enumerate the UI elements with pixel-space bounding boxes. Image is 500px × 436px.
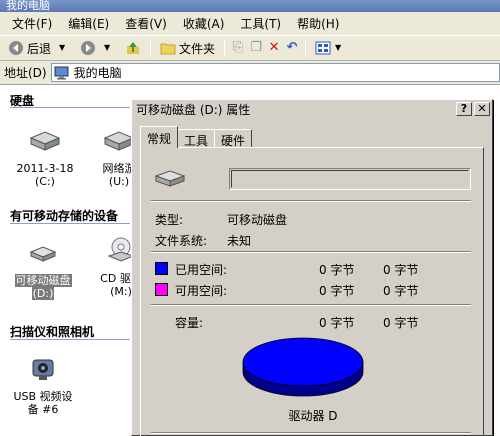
dialog-title: 可移动磁盘 (D:) 属性 [136, 102, 251, 117]
menu-file[interactable]: 文件(F) [4, 15, 60, 32]
address-bar: 地址(D) 我的电脑 [0, 61, 500, 85]
type-label: 类型: [155, 213, 184, 227]
menu-help[interactable]: 帮助(H) [289, 15, 347, 32]
chevron-down-icon[interactable]: ▼ [99, 40, 115, 56]
divider [151, 251, 471, 253]
tab-strip: 常规 工具 硬件 [140, 126, 253, 148]
tab-tools[interactable]: 工具 [177, 129, 216, 148]
usb-video-number: 备 #6 [27, 403, 59, 416]
drive-c-letter: (C:) [35, 175, 55, 188]
general-panel: 类型: 可移动磁盘 文件系统: 未知 已用空间: 0 字节 0 字节 可用空间:… [140, 147, 484, 436]
usb-video-device[interactable]: USB 视频设 备 #6 [4, 354, 82, 416]
divider [151, 432, 471, 434]
section-divider [10, 339, 130, 340]
address-label: 地址(D) [4, 66, 47, 80]
disk-usage-pie [242, 337, 364, 397]
up-folder-icon [127, 42, 140, 54]
window-title: 我的电脑 [6, 0, 50, 12]
filesystem-value: 未知 [227, 234, 252, 248]
close-button[interactable]: ✕ [474, 102, 490, 116]
capacity-label: 容量: [175, 316, 204, 330]
volume-name-input[interactable] [229, 168, 471, 190]
removable-disk-icon [29, 246, 57, 262]
type-value: 可移动磁盘 [227, 213, 288, 227]
free-space-size: 0 字节 [383, 284, 419, 298]
back-label: 后退 [27, 41, 52, 56]
window-titlebar: 我的电脑 [0, 0, 500, 12]
menu-favorites[interactable]: 收藏(A) [175, 15, 233, 32]
up-folder-button[interactable] [121, 38, 145, 59]
delete-icon[interactable]: ✕ [266, 40, 282, 56]
free-space-swatch [155, 283, 168, 296]
divider [151, 200, 471, 202]
drive-d-letter: (D:) [31, 287, 55, 300]
usb-video-name: USB 视频设 [13, 390, 73, 403]
used-space-size: 0 字节 [383, 263, 419, 277]
divider [151, 304, 471, 306]
section-divider [10, 223, 130, 224]
copy-to-icon[interactable]: ❐ [248, 40, 264, 56]
back-arrow-icon [9, 41, 23, 55]
webcam-icon [32, 359, 54, 380]
free-space-bytes: 0 字节 [319, 284, 355, 298]
menu-bar: 文件(F) 编辑(E) 查看(V) 收藏(A) 工具(T) 帮助(H) [0, 12, 500, 36]
properties-dialog: 可移动磁盘 (D:) 属性 ? ✕ 常规 工具 硬件 类型: 可移动磁盘 文件系… [131, 99, 493, 436]
menu-tools[interactable]: 工具(T) [232, 15, 289, 32]
chevron-down-icon[interactable]: ▼ [334, 40, 342, 56]
chevron-down-icon[interactable]: ▼ [54, 40, 70, 56]
undo-icon[interactable]: ↶ [284, 40, 300, 56]
free-space-label: 可用空间: [175, 284, 228, 298]
tab-hardware[interactable]: 硬件 [214, 129, 253, 148]
filesystem-label: 文件系统: [155, 234, 208, 248]
toolbar-separator [150, 39, 152, 57]
help-button[interactable]: ? [456, 102, 472, 116]
menu-edit[interactable]: 编辑(E) [60, 15, 117, 32]
used-space-label: 已用空间: [175, 263, 228, 277]
section-removable: 有可移动存储的设备 [10, 209, 119, 223]
my-computer-icon [54, 66, 69, 79]
drive-c-name: 2011-3-18 [16, 162, 74, 175]
forward-arrow-icon [81, 41, 96, 55]
address-value: 我的电脑 [73, 66, 122, 80]
drive-label: 驱动器 D [288, 409, 338, 423]
views-button[interactable]: ▼ [311, 38, 346, 59]
toolbar: 后退 ▼ ▼ 文件夹 ⎘ ❐ ✕ ↶ ▼ [0, 36, 500, 61]
hard-drive-icon [29, 131, 61, 151]
address-field[interactable]: 我的电脑 [50, 63, 500, 82]
tab-general[interactable]: 常规 [140, 126, 179, 148]
used-space-bytes: 0 字节 [319, 263, 355, 277]
forward-button[interactable]: ▼ [76, 38, 119, 59]
folders-button[interactable]: 文件夹 [156, 38, 219, 59]
drive-c[interactable]: 2011-3-18 (C:) [6, 126, 84, 188]
section-divider [10, 107, 130, 108]
folder-icon [160, 43, 176, 55]
toolbar-separator [305, 39, 307, 57]
capacity-size: 0 字节 [383, 316, 419, 330]
folders-label: 文件夹 [179, 41, 216, 56]
toolbar-separator [224, 39, 226, 57]
removable-disk-icon [154, 170, 186, 187]
drive-d-name: 可移动磁盘 [14, 274, 72, 287]
section-scanners: 扫描仪和照相机 [10, 325, 95, 339]
back-button[interactable]: 后退 ▼ [4, 38, 74, 59]
capacity-bytes: 0 字节 [319, 316, 355, 330]
menu-view[interactable]: 查看(V) [117, 15, 175, 32]
dialog-titlebar: 可移动磁盘 (D:) 属性 ? ✕ [132, 100, 492, 118]
move-to-icon[interactable]: ⎘ [230, 40, 246, 56]
views-icon [315, 41, 331, 55]
drive-d[interactable]: 可移动磁盘 (D:) [4, 238, 82, 300]
used-space-swatch [155, 262, 168, 275]
